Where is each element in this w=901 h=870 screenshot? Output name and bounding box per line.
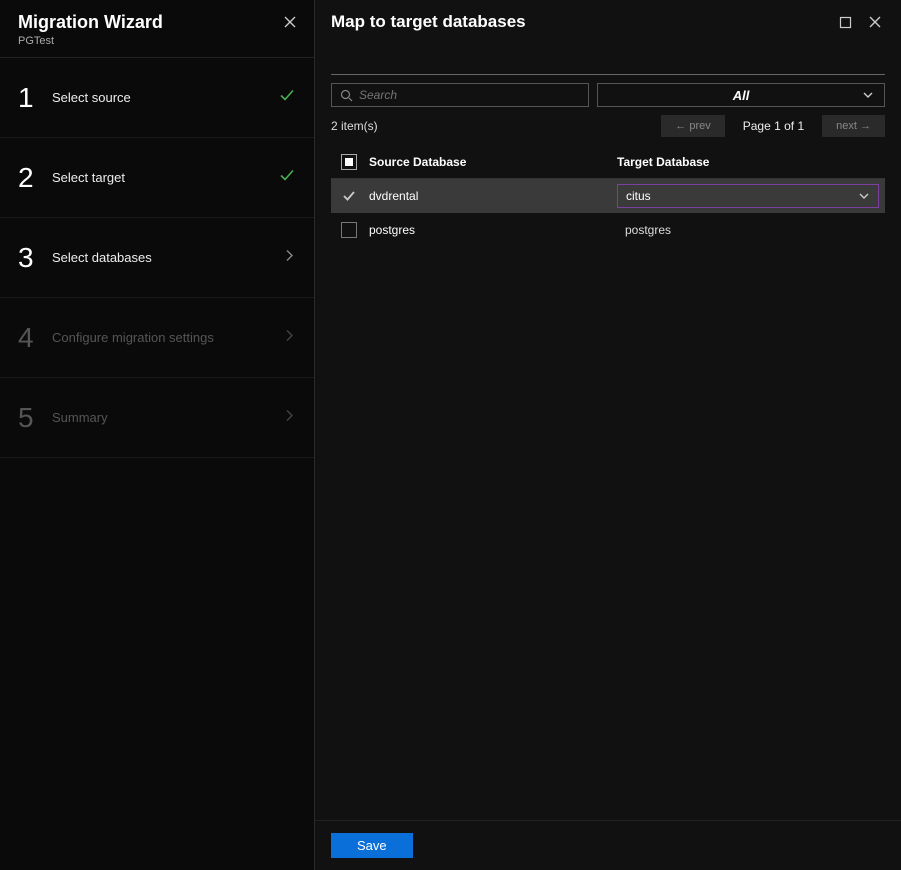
database-table: Source Database Target Database dvdrenta… <box>331 145 885 247</box>
search-icon <box>340 89 353 102</box>
search-field[interactable] <box>359 88 580 102</box>
chevron-right-icon <box>282 248 296 267</box>
step-configure-settings[interactable]: 4 Configure migration settings <box>0 298 314 378</box>
row-checkbox[interactable] <box>331 188 367 204</box>
table-row[interactable]: postgres postgres <box>331 213 885 247</box>
step-label: Select databases <box>52 250 152 265</box>
filter-label: All <box>733 88 750 103</box>
maximize-icon[interactable] <box>835 12 855 32</box>
step-summary[interactable]: 5 Summary <box>0 378 314 458</box>
target-db-value: citus <box>626 189 651 203</box>
close-icon[interactable] <box>865 12 885 32</box>
close-icon[interactable] <box>280 12 300 32</box>
chevron-right-icon <box>282 408 296 427</box>
step-label: Summary <box>52 410 108 425</box>
next-button[interactable]: next → <box>822 115 885 137</box>
row-checkbox[interactable] <box>331 222 367 238</box>
table-header: Source Database Target Database <box>331 145 885 179</box>
save-button[interactable]: Save <box>331 833 413 858</box>
target-column-header: Target Database <box>617 155 885 169</box>
sidebar-title: Migration Wizard <box>18 12 296 33</box>
check-icon <box>278 86 296 109</box>
chevron-down-icon <box>862 89 874 101</box>
chevron-down-icon <box>858 190 870 202</box>
step-label: Select target <box>52 170 125 185</box>
step-select-source[interactable]: 1 Select source <box>0 58 314 138</box>
source-db-cell: dvdrental <box>367 189 617 203</box>
filter-dropdown[interactable]: All <box>597 83 885 107</box>
item-count: 2 item(s) <box>331 119 661 133</box>
content-area: All 2 item(s) ← prev Page 1 of 1 next → … <box>315 44 901 820</box>
check-icon <box>278 166 296 189</box>
sidebar-subtitle: PGTest <box>18 35 296 47</box>
table-row[interactable]: dvdrental citus <box>331 179 885 213</box>
step-number: 5 <box>18 402 52 434</box>
step-select-target[interactable]: 2 Select target <box>0 138 314 218</box>
check-icon <box>341 188 357 204</box>
source-column-header: Source Database <box>367 155 617 169</box>
target-db-dropdown[interactable]: citus <box>617 184 879 208</box>
step-select-databases[interactable]: 3 Select databases <box>0 218 314 298</box>
step-number: 3 <box>18 242 52 274</box>
step-number: 2 <box>18 162 52 194</box>
toolbar: All <box>331 74 885 107</box>
pager: 2 item(s) ← prev Page 1 of 1 next → <box>331 113 885 139</box>
step-number: 4 <box>18 322 52 354</box>
sidebar-header: Migration Wizard PGTest <box>0 0 314 58</box>
page-indicator: Page 1 of 1 <box>725 119 822 133</box>
prev-button[interactable]: ← prev <box>661 115 724 137</box>
select-all-checkbox[interactable] <box>331 154 367 170</box>
main-panel: Map to target databases All 2 item(s) ← … <box>315 0 901 870</box>
step-label: Configure migration settings <box>52 330 214 345</box>
target-db-value: postgres <box>617 223 885 237</box>
main-header: Map to target databases <box>315 0 901 44</box>
search-input[interactable] <box>331 83 589 107</box>
wizard-sidebar: Migration Wizard PGTest 1 Select source … <box>0 0 315 870</box>
source-db-cell: postgres <box>367 223 617 237</box>
footer: Save <box>315 820 901 870</box>
step-number: 1 <box>18 82 52 114</box>
step-label: Select source <box>52 90 131 105</box>
page-title: Map to target databases <box>331 12 825 32</box>
chevron-right-icon <box>282 328 296 347</box>
